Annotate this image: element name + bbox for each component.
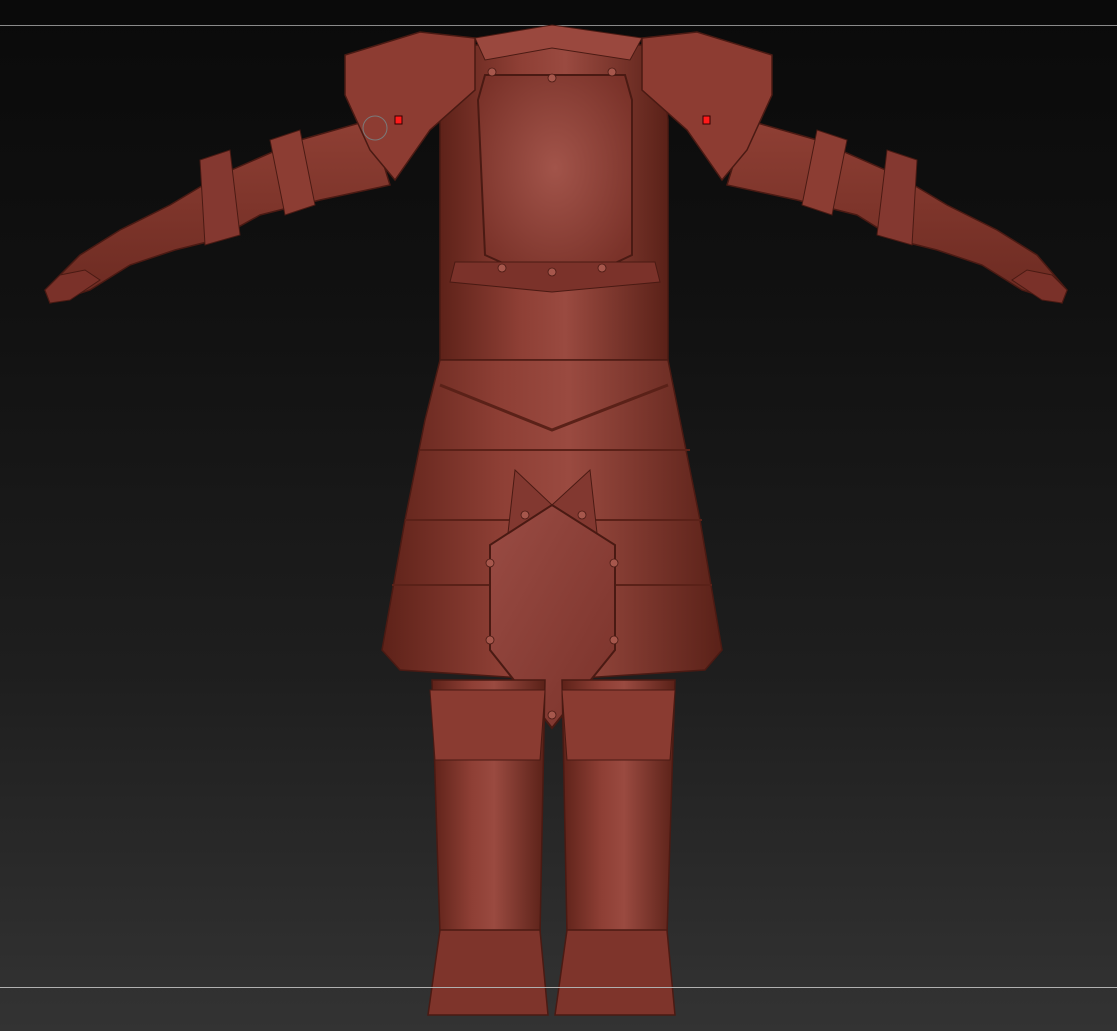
3d-viewport[interactable]	[0, 0, 1117, 1031]
left-arm	[44, 119, 391, 304]
sculpt-model[interactable]	[0, 0, 1117, 1031]
boots	[427, 929, 676, 1016]
bottom-frame-line	[0, 987, 1117, 988]
symmetry-marker-left[interactable]	[394, 115, 403, 125]
symmetry-marker-right[interactable]	[702, 115, 711, 125]
tasset	[381, 359, 723, 730]
torso	[439, 44, 669, 361]
right-arm	[726, 119, 1068, 304]
